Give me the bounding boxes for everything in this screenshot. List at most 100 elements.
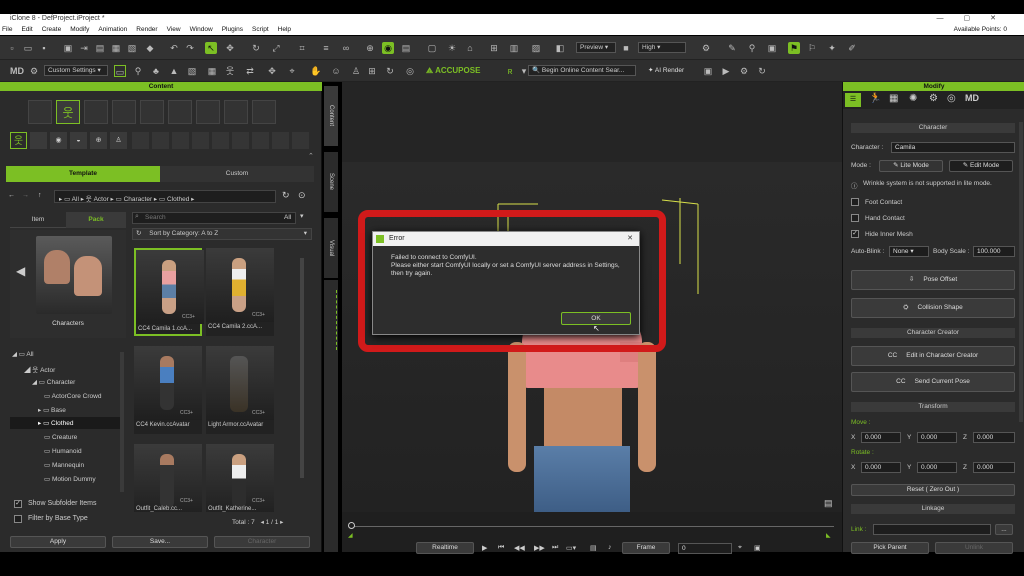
side-tab-scene[interactable]: Scene [324,152,338,212]
camera-icon[interactable]: ▤ [400,42,412,54]
undo-icon[interactable]: ↶ [168,42,180,54]
item-outfit-katherine[interactable]: CC3+ Outfit_Katherine... [206,444,274,512]
tree-character[interactable]: ◢ ▭ Character [32,378,75,386]
sub-add-icon[interactable]: ⊕ [90,132,107,149]
toggle-icon[interactable]: ◧ [554,42,566,54]
tab-item[interactable]: Item [10,212,66,228]
video2-icon[interactable]: ▶ [720,65,732,77]
collision-shape-button[interactable]: ⛭ Collision Shape [851,298,1015,318]
first-frame-icon[interactable]: ⏮ [498,544,504,552]
tree-clothed[interactable]: ▸ ▭ Clothed [38,419,73,427]
accupose-button[interactable]: ⟁ ACCUPOSE [426,65,480,77]
constraint-icon[interactable]: ⌖ [286,65,298,77]
reallusion-icon[interactable]: ʀ [504,65,516,77]
pin-icon[interactable]: ⚲ [746,42,758,54]
menu-view[interactable]: View [167,26,181,33]
crumb-clothed[interactable]: Clothed [167,196,189,203]
brush-icon[interactable]: ✐ [846,42,858,54]
timeline-playhead[interactable] [348,522,355,529]
audio-icon[interactable]: ♪ [608,544,612,551]
export-icon[interactable]: ⇥ [78,42,90,54]
search-scope-icon[interactable]: ▾ [300,212,304,220]
tree-icon[interactable]: ♣ [150,65,162,77]
character-name-field[interactable]: Camila [891,142,1015,153]
hand-contact-checkbox[interactable] [851,214,859,222]
timeline-track[interactable] [350,526,834,527]
scale-icon[interactable]: ⤢ [270,42,282,54]
rot-x-field[interactable]: 0.000 [861,462,901,473]
prop-icon[interactable]: ▲ [168,65,180,77]
face-icon[interactable]: ☺ [330,65,342,77]
align-icon[interactable]: ≡ [320,42,332,54]
snap-icon[interactable]: ⌗ [296,42,308,54]
category-actor-icon[interactable]: 웃 [56,100,80,124]
menu-animation[interactable]: Animation [98,26,127,33]
page-next-icon[interactable]: ▸ [280,519,283,526]
menu-script[interactable]: Script [252,26,269,33]
back-icon[interactable]: ← [8,192,15,199]
menu-modify[interactable]: Modify [70,26,89,33]
modify-tab-settings-icon[interactable]: ☰ [845,93,861,107]
character-button[interactable]: Character [214,536,310,548]
item-camila-1[interactable]: CC3+ CC4 Camila 1.ccA... [134,248,204,336]
tab-pack[interactable]: Pack [66,212,126,228]
frame-dropdown[interactable]: Frame [622,542,670,554]
category-motion-icon[interactable] [84,100,108,124]
preview-dropdown[interactable]: Preview ▾ [576,42,616,53]
online-search-input[interactable]: 🔍 Begin Online Content Sear... [528,65,636,76]
menu-edit[interactable]: Edit [21,26,32,33]
up-icon[interactable]: ↑ [38,192,42,199]
range-start-marker[interactable]: ◢ [348,532,353,539]
motion-icon[interactable]: ⇄ [244,65,256,77]
cube-icon[interactable]: ▧ [126,42,138,54]
breadcrumb-path[interactable]: ▸ ▭ All ▸ 웃 Actor ▸ ▭ Character ▸ ▭ Clot… [54,190,276,203]
category-scene-icon[interactable] [140,100,164,124]
window-controls[interactable]: —▢✕ [937,14,1016,24]
link-icon[interactable]: ∞ [340,42,352,54]
tree-actor[interactable]: ◢ 웃 Actor [24,364,55,374]
refresh-icon[interactable]: ↻ [756,65,768,77]
tool-icon[interactable]: ✎ [726,42,738,54]
tab-custom[interactable]: Custom [160,166,314,182]
section-linkage[interactable]: Linkage [851,504,1015,514]
tree-humanoid[interactable]: ▭ Humanoid [44,447,82,455]
crumb-actor[interactable]: Actor [94,196,109,203]
reset-zero-button[interactable]: Reset ( Zero Out ) [851,484,1015,496]
select-icon[interactable]: ↖ [205,42,217,54]
transform-icon[interactable]: ✥ [266,65,278,77]
walk-icon[interactable]: ⚲ [132,65,144,77]
show-subfolder-check[interactable]: ✓ [14,500,22,508]
filter-base-check[interactable] [14,515,22,523]
viewport-icon[interactable]: ▢ [426,42,438,54]
actor-icon[interactable]: 웃 [224,65,236,77]
dialog-close-icon[interactable]: ✕ [627,232,633,246]
edit-mode-button[interactable]: ✎ Edit Mode [949,160,1013,172]
section-transform[interactable]: Transform [851,402,1015,412]
crumb-all[interactable]: All [72,196,79,203]
frame-input[interactable]: 0 [678,543,732,554]
sub-eye-icon[interactable]: ◉ [50,132,67,149]
subtitle-icon[interactable]: ▤ [824,498,833,509]
menu-help[interactable]: Help [278,26,291,33]
camera2-icon[interactable]: ▦ [206,65,218,77]
tree-creature[interactable]: ▭ Creature [44,433,77,441]
caption-icon[interactable]: ▤ [590,544,597,552]
grid-scrollbar[interactable] [300,258,304,478]
light-gizmo-right[interactable] [660,194,704,304]
pose-offset-button[interactable]: ⇩ Pose Offset [851,270,1015,290]
redo-icon[interactable]: ↷ [184,42,196,54]
target-icon[interactable]: ⌖ [738,544,742,552]
apply-button[interactable]: Apply [10,536,106,548]
prev-frame-icon[interactable]: ◀◀ [514,544,525,552]
menu-create[interactable]: Create [42,26,62,33]
auto-blink-dropdown[interactable]: None ▾ [889,246,929,257]
last-frame-icon[interactable]: ⏭ [552,544,558,552]
wand-icon[interactable]: ✦ [826,42,838,54]
item-kevin[interactable]: CC3+ CC4 Kevin.ccAvatar [134,346,202,434]
tree-base[interactable]: ▸ ▭ Base [38,406,66,414]
save-icon[interactable]: ▪ [38,42,50,54]
tree-mannequin[interactable]: ▭ Mannequin [44,461,84,469]
section-character-creator[interactable]: Character Creator [851,328,1015,338]
ai-render-button[interactable]: ✦ AI Render [648,66,684,74]
flag-icon[interactable]: ⚐ [806,42,818,54]
